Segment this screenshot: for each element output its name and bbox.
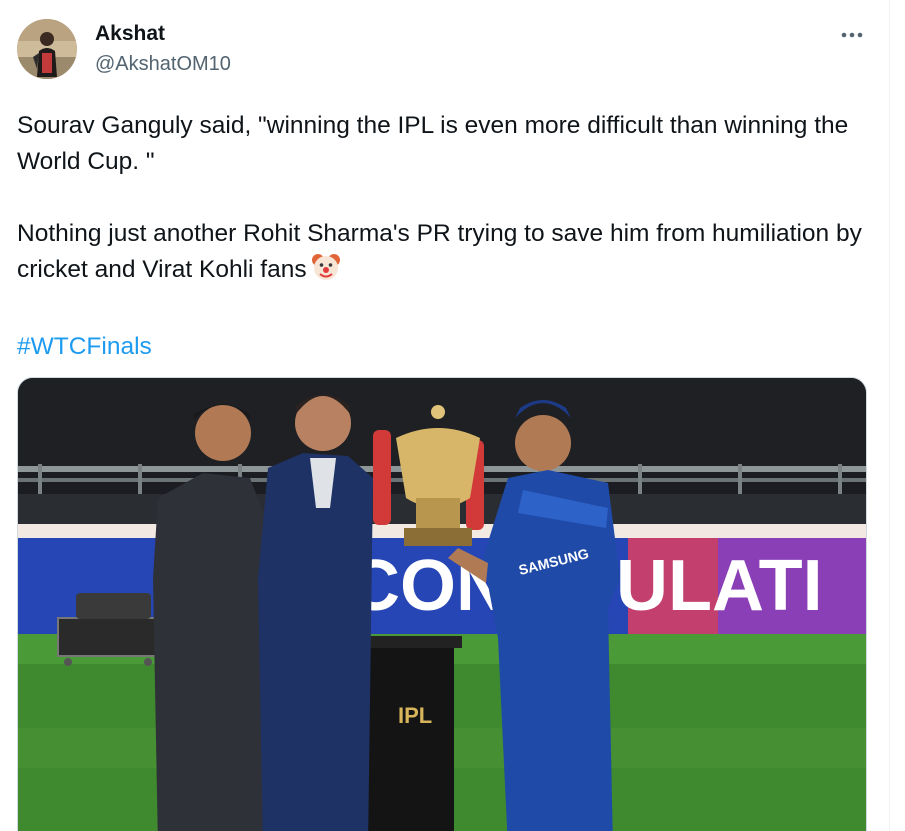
tweet-text-line1: Sourav Ganguly said, "winning the IPL is… [17,112,849,175]
clown-face-icon [311,252,341,293]
tweet-media-photo[interactable]: CON ATULATI IPL SAMSUNG [17,377,867,831]
author-name[interactable]: Akshat [95,22,165,46]
avatar[interactable] [17,19,77,79]
pedestal-text: IPL [398,703,432,728]
tweet-text-line2-content: Nothing just another Rohit Sharma's PR t… [17,220,862,283]
author-handle[interactable]: @AkshatOM10 [95,53,231,76]
tweet-text-line2: Nothing just another Rohit Sharma's PR t… [17,216,877,293]
tweet-card: Akshat @AkshatOM10 Sourav Ganguly said, … [0,0,890,831]
hashtag-link[interactable]: #WTCFinals [17,333,152,360]
more-button[interactable] [836,22,868,48]
tweet-text: Sourav Ganguly said, "winning the IPL is… [17,108,877,365]
more-horizontal-icon [841,32,863,38]
